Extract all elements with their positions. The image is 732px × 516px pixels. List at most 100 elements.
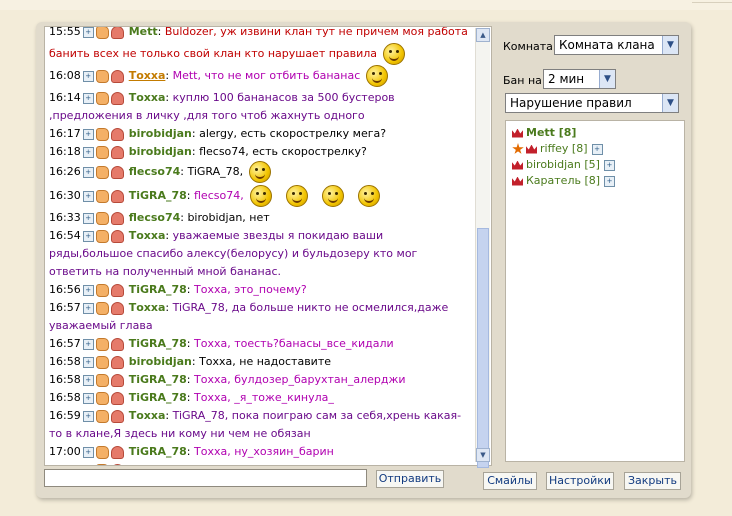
hand-icon[interactable]	[95, 127, 109, 141]
info-icon[interactable]: +	[82, 92, 94, 104]
hand-icon[interactable]	[95, 91, 109, 105]
info-icon[interactable]: +	[82, 446, 94, 458]
info-icon[interactable]: +	[82, 464, 94, 465]
thumbs-down-icon[interactable]	[110, 91, 124, 105]
settings-button[interactable]: Настройки	[546, 472, 614, 490]
hand-icon[interactable]	[95, 211, 109, 225]
thumbs-down-icon[interactable]	[110, 391, 124, 405]
ban-reason-select[interactable]: Нарушение правил ▼	[505, 93, 679, 113]
info-icon[interactable]: +	[82, 374, 94, 386]
user-row[interactable]: Каратель [8] +	[512, 173, 678, 189]
user-row[interactable]: birobidjan [5] +	[512, 157, 678, 173]
info-icon[interactable]: +	[82, 410, 94, 422]
info-icon[interactable]: +	[82, 146, 94, 158]
hand-icon[interactable]	[95, 409, 109, 423]
user-name[interactable]: Mett [8]	[526, 126, 576, 139]
hand-icon[interactable]	[95, 229, 109, 243]
user-name[interactable]: riffey [8]	[540, 142, 588, 155]
info-icon[interactable]: +	[82, 230, 94, 242]
hand-icon[interactable]	[95, 373, 109, 387]
hand-icon[interactable]	[95, 463, 109, 465]
info-icon[interactable]: +	[82, 284, 94, 296]
scroll-down-button[interactable]: ▼	[476, 448, 490, 462]
message-author[interactable]: birobidjan	[129, 355, 192, 368]
smileys-button[interactable]: Смайлы	[483, 472, 537, 490]
ban-duration-select[interactable]: 2 мин ▼	[543, 69, 616, 89]
hand-icon[interactable]	[95, 355, 109, 369]
info-icon[interactable]: +	[82, 212, 94, 224]
info-icon[interactable]: +	[82, 166, 94, 178]
message-author[interactable]: TiGRA_78	[129, 373, 187, 386]
user-row[interactable]: Mett [8]	[512, 125, 678, 141]
hand-icon[interactable]	[95, 27, 109, 39]
thumbs-down-icon[interactable]	[110, 27, 124, 39]
message-author[interactable]: Тохха	[129, 229, 166, 242]
hand-icon[interactable]	[95, 145, 109, 159]
chevron-down-icon[interactable]: ▼	[662, 94, 678, 112]
message-author[interactable]: TiGRA_78	[129, 189, 187, 202]
message-author[interactable]: TiGRA_78	[129, 463, 187, 465]
scroll-thumb[interactable]	[477, 228, 489, 468]
hand-icon[interactable]	[95, 189, 109, 203]
info-icon[interactable]: +	[591, 143, 603, 155]
info-icon[interactable]: +	[82, 70, 94, 82]
message-author[interactable]: TiGRA_78	[129, 445, 187, 458]
user-name[interactable]: birobidjan [5]	[526, 158, 600, 171]
thumbs-down-icon[interactable]	[110, 337, 124, 351]
thumbs-down-icon[interactable]	[110, 145, 124, 159]
hand-icon[interactable]	[95, 165, 109, 179]
room-select[interactable]: Комната клана ▼	[554, 35, 679, 55]
hand-icon[interactable]	[95, 391, 109, 405]
info-icon[interactable]: +	[604, 175, 616, 187]
message-author[interactable]: birobidjan	[129, 145, 192, 158]
thumbs-down-icon[interactable]	[110, 301, 124, 315]
chat-scrollbar[interactable]: ▲ ▼	[475, 28, 490, 468]
message-author[interactable]: Тохха	[129, 69, 166, 82]
user-name[interactable]: Каратель [8]	[526, 174, 600, 187]
chevron-down-icon[interactable]: ▼	[662, 36, 678, 54]
thumbs-down-icon[interactable]	[110, 445, 124, 459]
message-author[interactable]: Mett	[129, 27, 158, 38]
message-author[interactable]: Тохха	[129, 409, 166, 422]
info-icon[interactable]: +	[82, 128, 94, 140]
info-icon[interactable]: +	[82, 338, 94, 350]
message-author[interactable]: birobidjan	[129, 127, 192, 140]
message-author[interactable]: Тохха	[129, 91, 166, 104]
scroll-up-button[interactable]: ▲	[476, 28, 490, 42]
close-button[interactable]: Закрыть	[624, 472, 681, 490]
thumbs-down-icon[interactable]	[110, 355, 124, 369]
thumbs-down-icon[interactable]	[110, 127, 124, 141]
chat-message: 16:58 + birobidjan: Тохха, не надоставите	[49, 353, 469, 371]
user-row[interactable]: riffey [8] +	[512, 141, 678, 157]
thumbs-down-icon[interactable]	[110, 463, 124, 465]
info-icon[interactable]: +	[603, 159, 615, 171]
thumbs-down-icon[interactable]	[110, 409, 124, 423]
info-icon[interactable]: +	[82, 392, 94, 404]
message-author[interactable]: Тохха	[129, 301, 166, 314]
thumbs-down-icon[interactable]	[110, 189, 124, 203]
hand-icon[interactable]	[95, 69, 109, 83]
message-author[interactable]: TiGRA_78	[129, 283, 187, 296]
thumbs-down-icon[interactable]	[110, 165, 124, 179]
message-author[interactable]: flecso74	[129, 165, 181, 178]
hand-icon[interactable]	[95, 283, 109, 297]
info-icon[interactable]: +	[82, 190, 94, 202]
info-icon[interactable]: +	[82, 27, 94, 38]
info-icon[interactable]: +	[82, 302, 94, 314]
thumbs-down-icon[interactable]	[110, 211, 124, 225]
thumbs-down-icon[interactable]	[110, 69, 124, 83]
thumbs-down-icon[interactable]	[110, 283, 124, 297]
message-author[interactable]: flecso74	[129, 211, 181, 224]
hand-icon[interactable]	[95, 337, 109, 351]
send-button[interactable]: Отправить	[376, 470, 444, 488]
hand-icon[interactable]	[95, 301, 109, 315]
info-icon[interactable]: +	[82, 356, 94, 368]
message-input[interactable]	[44, 469, 367, 487]
chat-messages-area[interactable]: 15:55 + Mett: Buldozer, уж извини клан тут…	[44, 26, 492, 466]
thumbs-down-icon[interactable]	[110, 229, 124, 243]
chevron-down-icon[interactable]: ▼	[599, 70, 615, 88]
thumbs-down-icon[interactable]	[110, 373, 124, 387]
message-author[interactable]: TiGRA_78	[129, 391, 187, 404]
hand-icon[interactable]	[95, 445, 109, 459]
message-author[interactable]: TiGRA_78	[129, 337, 187, 350]
